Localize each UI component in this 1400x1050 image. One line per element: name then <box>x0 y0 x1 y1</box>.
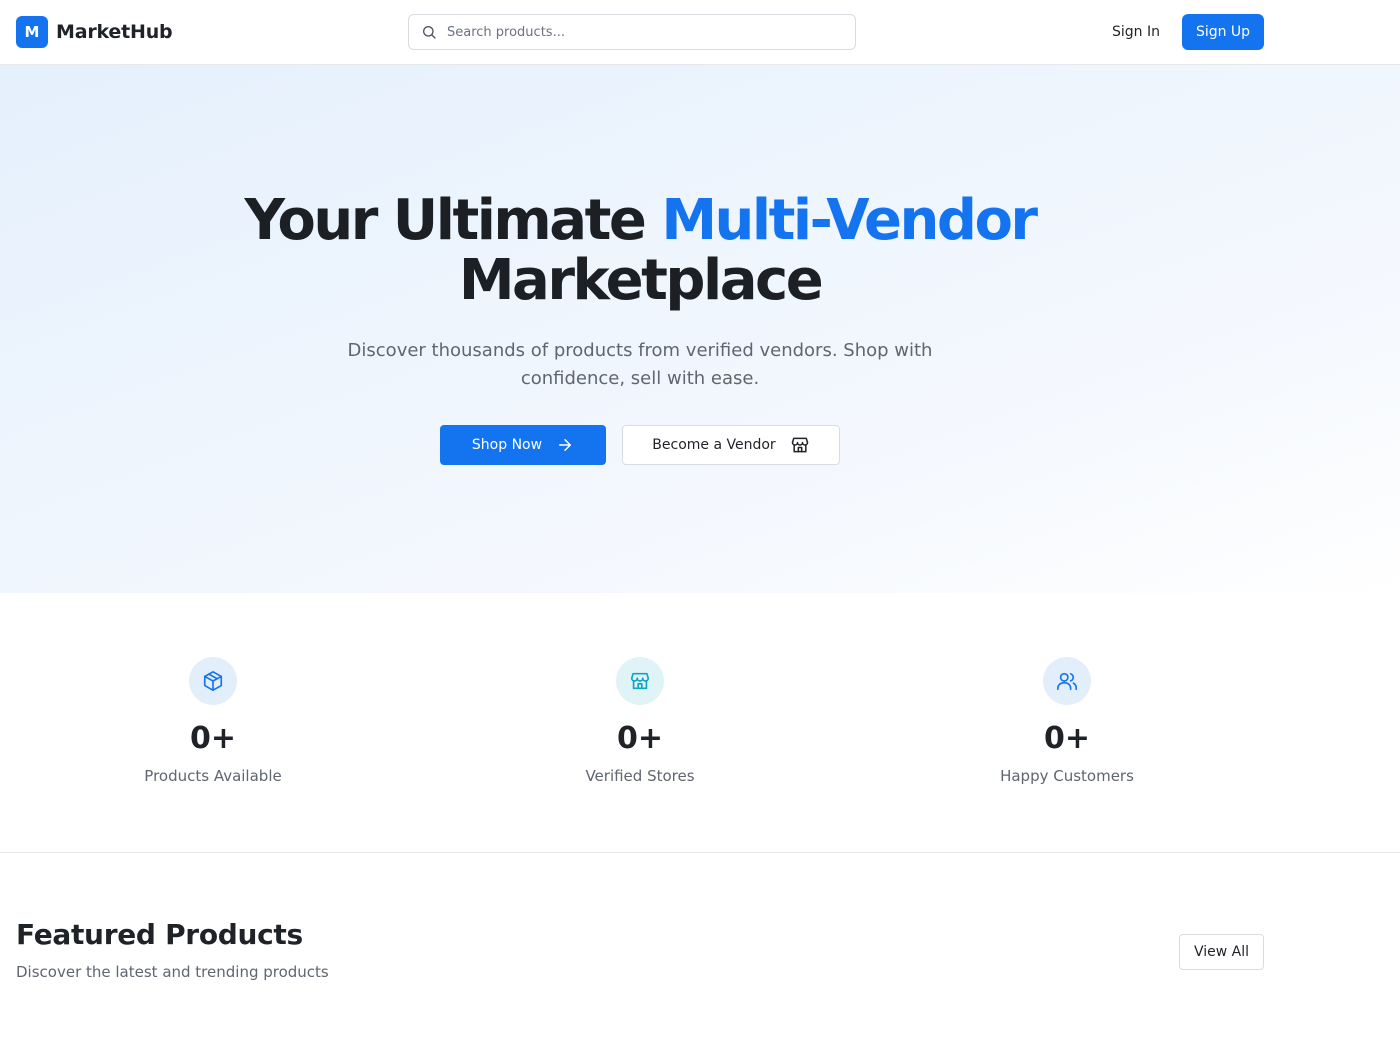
site-header: M MarketHub Sign In Sign Up <box>0 0 1400 65</box>
hero-title-accent: Multi-Vendor <box>661 188 1038 253</box>
stat-stores: 0+ Verified Stores <box>510 657 770 787</box>
become-vendor-label: Become a Vendor <box>652 437 776 453</box>
hero-title-part1: Your Ultimate <box>244 188 662 253</box>
become-vendor-button[interactable]: Become a Vendor <box>622 425 840 465</box>
view-all-button[interactable]: View All <box>1179 934 1264 970</box>
stat-label: Happy Customers <box>1000 767 1134 785</box>
sign-up-button[interactable]: Sign Up <box>1182 14 1264 50</box>
store-icon <box>791 437 808 453</box>
store-icon <box>630 672 650 690</box>
stat-customers: 0+ Happy Customers <box>937 657 1197 787</box>
search-icon <box>423 26 436 39</box>
hero-title: Your Ultimate Multi-Vendor Marketplace <box>240 191 1040 311</box>
arrow-right-icon <box>559 439 572 451</box>
featured-subtitle: Discover the latest and trending product… <box>16 963 329 981</box>
stat-icon-wrap <box>189 657 237 705</box>
brand-name: MarketHub <box>56 21 173 43</box>
stats-section: 0+ Products Available 0+ Verified Stores… <box>0 593 1400 853</box>
stat-value: 0+ <box>189 721 236 756</box>
stat-value: 0+ <box>1043 721 1090 756</box>
featured-title: Featured Products <box>16 918 303 951</box>
hero-subtitle: Discover thousands of products from veri… <box>347 340 933 389</box>
package-icon <box>203 671 223 691</box>
users-icon <box>1057 672 1077 691</box>
search-input[interactable] <box>447 24 827 40</box>
shop-now-button[interactable]: Shop Now <box>440 425 606 465</box>
stat-label: Verified Stores <box>585 767 695 785</box>
hero-title-part2: Marketplace <box>458 248 824 313</box>
stat-products: 0+ Products Available <box>83 657 343 787</box>
logo-mark: M <box>16 16 48 48</box>
hero-section: Your Ultimate Multi-Vendor Marketplace D… <box>0 65 1400 593</box>
logo[interactable]: M MarketHub <box>16 16 173 48</box>
search-bar[interactable] <box>408 14 856 50</box>
sign-in-button[interactable]: Sign In <box>1098 14 1174 50</box>
stat-label: Products Available <box>144 767 282 785</box>
stat-icon-wrap <box>616 657 664 705</box>
stat-value: 0+ <box>616 721 663 756</box>
stat-icon-wrap <box>1043 657 1091 705</box>
shop-now-label: Shop Now <box>471 437 543 453</box>
